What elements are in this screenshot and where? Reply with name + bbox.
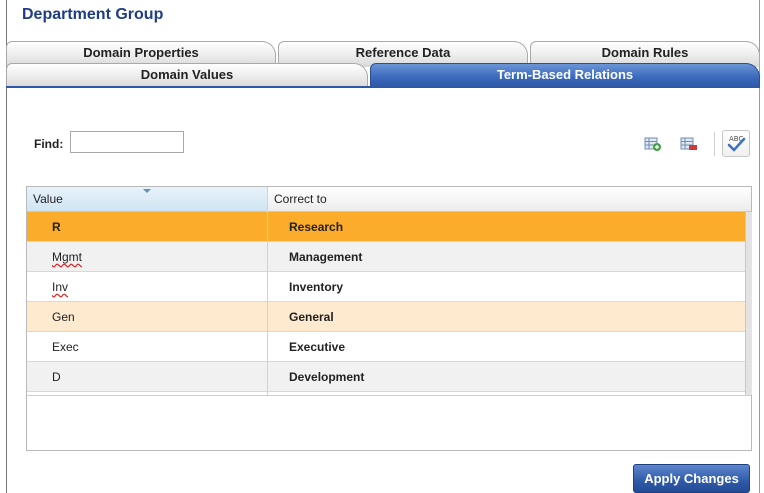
sort-indicator-icon <box>143 189 151 193</box>
grid-header: Value Correct to <box>27 187 751 212</box>
column-header-value-label: Value <box>33 192 63 206</box>
cell-correct-to: Research <box>289 220 344 234</box>
apply-changes-button[interactable]: Apply Changes <box>633 464 750 493</box>
spell-check-icon: ABC <box>727 135 746 152</box>
cell-correct-to: General <box>289 310 334 324</box>
find-label: Find: <box>34 137 64 151</box>
table-row[interactable]: Inv Inventory <box>27 272 745 302</box>
cell-value: Exec <box>52 340 79 354</box>
column-divider <box>267 187 268 395</box>
tab-domain-values[interactable]: Domain Values <box>6 63 368 87</box>
cell-correct-to: Inventory <box>289 280 344 294</box>
cell-correct-to: Development <box>289 370 365 384</box>
delete-relation-icon <box>680 137 697 150</box>
grid-rows-bottom-line <box>27 395 751 396</box>
add-relation-button[interactable] <box>642 133 664 155</box>
column-header-correct-to[interactable]: Correct to <box>268 187 745 211</box>
term-relations-grid: Value Correct to R Research Mgmt Managem… <box>26 186 752 451</box>
cell-correct-to: Management <box>289 250 363 264</box>
delete-relation-button[interactable] <box>678 133 700 155</box>
tab-row-front: Domain Values Term-Based Relations <box>6 63 760 87</box>
find-input[interactable] <box>70 131 184 153</box>
cell-value: Mgmt <box>52 250 82 264</box>
cell-value: R <box>52 220 61 234</box>
cell-correct-to: Executive <box>289 340 346 354</box>
tab-underline <box>6 86 760 88</box>
page-title: Department Group <box>22 6 164 23</box>
column-header-value[interactable]: Value <box>27 187 267 211</box>
tab-term-based-relations[interactable]: Term-Based Relations <box>370 63 760 87</box>
cell-value: Gen <box>52 310 75 324</box>
table-row[interactable]: Mgmt Management <box>27 242 745 272</box>
toolbar-separator <box>714 132 715 156</box>
cell-value: D <box>52 370 61 384</box>
table-row[interactable]: D Development <box>27 362 745 392</box>
cell-value: Inv <box>52 280 69 294</box>
grid-vertical-scrollbar[interactable] <box>745 212 752 395</box>
table-row[interactable]: R Research <box>27 212 745 242</box>
table-row[interactable]: Exec Executive <box>27 332 745 362</box>
spell-check-button[interactable]: ABC <box>722 130 750 157</box>
add-relation-icon <box>644 137 661 151</box>
table-row[interactable]: Gen General <box>27 302 745 332</box>
